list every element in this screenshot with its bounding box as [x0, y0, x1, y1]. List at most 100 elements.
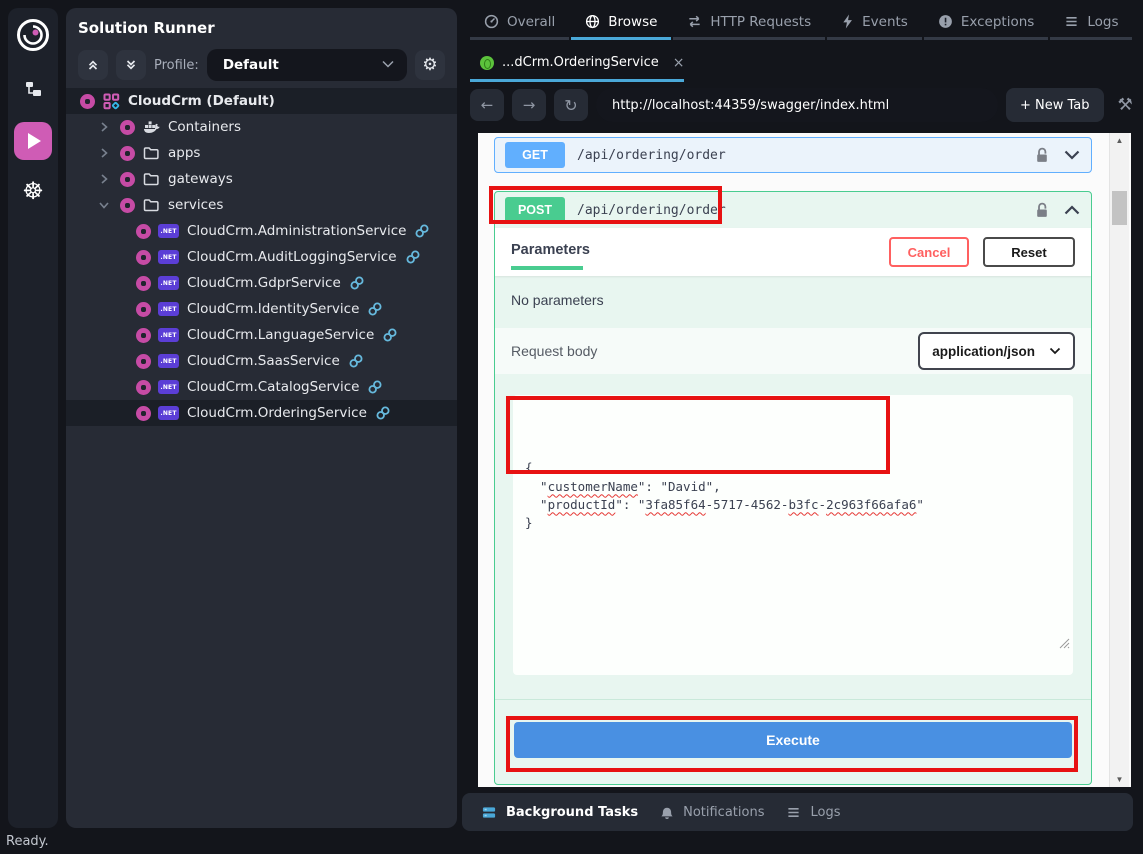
bottombar-label: Logs: [810, 805, 840, 820]
dotnet-badge-icon: .NET: [158, 406, 179, 420]
forward-button[interactable]: →: [512, 89, 546, 121]
browser-toolbar: ← → ↻ + New Tab ⚒: [470, 88, 1133, 122]
open-link-icon[interactable]: [349, 275, 365, 291]
bottombar-notifications[interactable]: Notifications: [649, 793, 775, 831]
tree-item-containers[interactable]: Containers: [66, 114, 457, 140]
sidebar-header: Solution Runner Profile: Default ⚙: [66, 8, 457, 82]
service-status-icon: [120, 172, 135, 187]
scroll-up-icon[interactable]: ▲: [1110, 136, 1129, 145]
scrollbar[interactable]: ▲ ▼: [1109, 133, 1129, 787]
tree-item-cloudcrm-languageservice[interactable]: .NETCloudCrm.LanguageService: [66, 322, 457, 348]
scrollbar-thumb[interactable]: [1112, 191, 1127, 225]
open-link-icon[interactable]: [414, 223, 430, 239]
tab-overall[interactable]: Overall: [470, 6, 569, 40]
get-method-badge: GET: [505, 142, 565, 168]
dotnet-badge-icon: .NET: [158, 354, 179, 368]
bottombar-background-tasks[interactable]: Background Tasks: [470, 793, 649, 831]
chevron-up-icon[interactable]: [1063, 204, 1081, 216]
back-arrow-icon: ←: [481, 96, 494, 114]
post-endpoint-row[interactable]: POST /api/ordering/order: [495, 192, 1091, 228]
dotnet-badge-icon: .NET: [158, 276, 179, 290]
tree-item-cloudcrm-gdprservice[interactable]: .NET CloudCrm.GdprService: [66, 270, 457, 296]
reset-button[interactable]: Reset: [983, 237, 1075, 267]
workspace-tabs: Overall Browse HTTP Requests EventsExceptio…: [470, 6, 1134, 40]
lines-icon: [786, 806, 801, 819]
open-link-icon[interactable]: [367, 301, 383, 317]
tree-item-label: CloudCrm.AdministrationService: [187, 223, 406, 239]
profile-select[interactable]: Default: [207, 49, 407, 81]
browser-tab-label: ...dCrm.OrderingService: [502, 55, 659, 70]
solution-grid-icon: [102, 93, 120, 109]
new-tab-button[interactable]: + New Tab: [1006, 88, 1104, 122]
lock-open-icon[interactable]: [1035, 202, 1049, 219]
kubernetes-icon[interactable]: ☸: [18, 176, 48, 206]
request-body-line: "productId": "3fa85f64-5717-4562-b3fc-2c…: [525, 496, 1061, 514]
app-logo[interactable]: [14, 16, 52, 54]
tab-label: Overall: [507, 14, 555, 30]
expand-all-button[interactable]: [116, 50, 146, 80]
dotnet-badge-icon: .NET: [158, 302, 179, 316]
get-endpoint-row[interactable]: GET /api/ordering/order: [494, 137, 1092, 173]
tab-browse[interactable]: Browse: [571, 6, 671, 40]
content-type-select[interactable]: application/json: [918, 332, 1075, 370]
chevron-right-icon[interactable]: [94, 121, 114, 133]
resize-handle-icon[interactable]: [954, 618, 1070, 672]
tree-item-cloudcrm-auditloggingservice[interactable]: .NETCloudCrm.AuditLoggingService: [66, 244, 457, 270]
execute-button[interactable]: Execute: [514, 722, 1072, 758]
tree-item-cloudcrm-administrationservice[interactable]: .NET CloudCrm.AdministrationService: [66, 218, 457, 244]
dotnet-badge-icon: .NET: [158, 224, 179, 238]
tree-item-label: CloudCrm.SaasService: [187, 353, 340, 369]
open-link-icon[interactable]: [382, 327, 398, 343]
scroll-down-icon[interactable]: ▼: [1110, 775, 1129, 784]
open-link-icon[interactable]: [348, 353, 364, 369]
open-link-icon[interactable]: [405, 249, 421, 265]
tree-item-label: Containers: [168, 119, 241, 135]
tree-item-label: CloudCrm.GdprService: [187, 275, 341, 291]
chevron-right-icon[interactable]: [94, 173, 114, 185]
tab-label: HTTP Requests: [710, 14, 811, 30]
solution-tree: CloudCrm (Default) Containers appsgateways…: [66, 88, 457, 426]
back-button[interactable]: ←: [470, 89, 504, 121]
service-status-icon: [120, 120, 135, 135]
chevron-down-icon[interactable]: [94, 199, 114, 211]
profile-select-value: Default: [223, 57, 381, 73]
bottombar-logs[interactable]: Logs: [775, 793, 851, 831]
run-button[interactable]: [14, 122, 52, 160]
profile-label: Profile:: [154, 58, 199, 73]
solution-explorer-icon[interactable]: [14, 72, 52, 106]
tree-item-cloudcrm-identityservice[interactable]: .NETCloudCrm.IdentityService: [66, 296, 457, 322]
lock-open-icon[interactable]: [1035, 147, 1049, 164]
url-input[interactable]: [596, 88, 998, 122]
tree-item-services[interactable]: services: [66, 192, 457, 218]
browser-tab-orderingservice[interactable]: ...dCrm.OrderingService ×: [470, 46, 684, 82]
tab-events[interactable]: Events: [827, 6, 922, 40]
tree-item-apps[interactable]: apps: [66, 140, 457, 166]
refresh-button[interactable]: ↻: [554, 89, 588, 121]
tree-item-cloudcrm-orderingservice[interactable]: .NETCloudCrm.OrderingService: [66, 400, 457, 426]
open-link-icon[interactable]: [367, 379, 383, 395]
tree-item-cloudcrm-saasservice[interactable]: .NET CloudCrm.SaasService: [66, 348, 457, 374]
chevron-down-icon: [1049, 347, 1061, 355]
service-status-icon: [136, 354, 151, 369]
content-type-value: application/json: [932, 344, 1035, 359]
tasks-icon: [481, 805, 497, 820]
tree-item-cloudcrm-default[interactable]: CloudCrm (Default): [66, 88, 457, 114]
tab-exceptions[interactable]: Exceptions: [924, 6, 1048, 40]
tools-icon[interactable]: ⚒: [1118, 95, 1133, 115]
chevron-right-icon[interactable]: [94, 147, 114, 159]
tab-http-requests[interactable]: HTTP Requests: [673, 6, 825, 40]
execute-section: Execute: [495, 699, 1091, 784]
tree-item-cloudcrm-catalogservice[interactable]: .NETCloudCrm.CatalogService: [66, 374, 457, 400]
gear-icon: ⚙: [422, 55, 437, 75]
collapse-all-button[interactable]: [78, 50, 108, 80]
cancel-button[interactable]: Cancel: [889, 237, 969, 267]
status-text: Ready.: [6, 834, 49, 849]
close-tab-icon[interactable]: ×: [673, 55, 685, 71]
chevron-down-icon[interactable]: [1063, 149, 1081, 161]
bottombar-label: Background Tasks: [506, 805, 638, 820]
tree-item-gateways[interactable]: gateways: [66, 166, 457, 192]
tab-logs[interactable]: Logs: [1050, 6, 1132, 40]
open-link-icon[interactable]: [375, 405, 391, 421]
settings-button[interactable]: ⚙: [415, 50, 445, 80]
request-body-editor[interactable]: { "customerName": "David", "productId": …: [513, 395, 1073, 675]
